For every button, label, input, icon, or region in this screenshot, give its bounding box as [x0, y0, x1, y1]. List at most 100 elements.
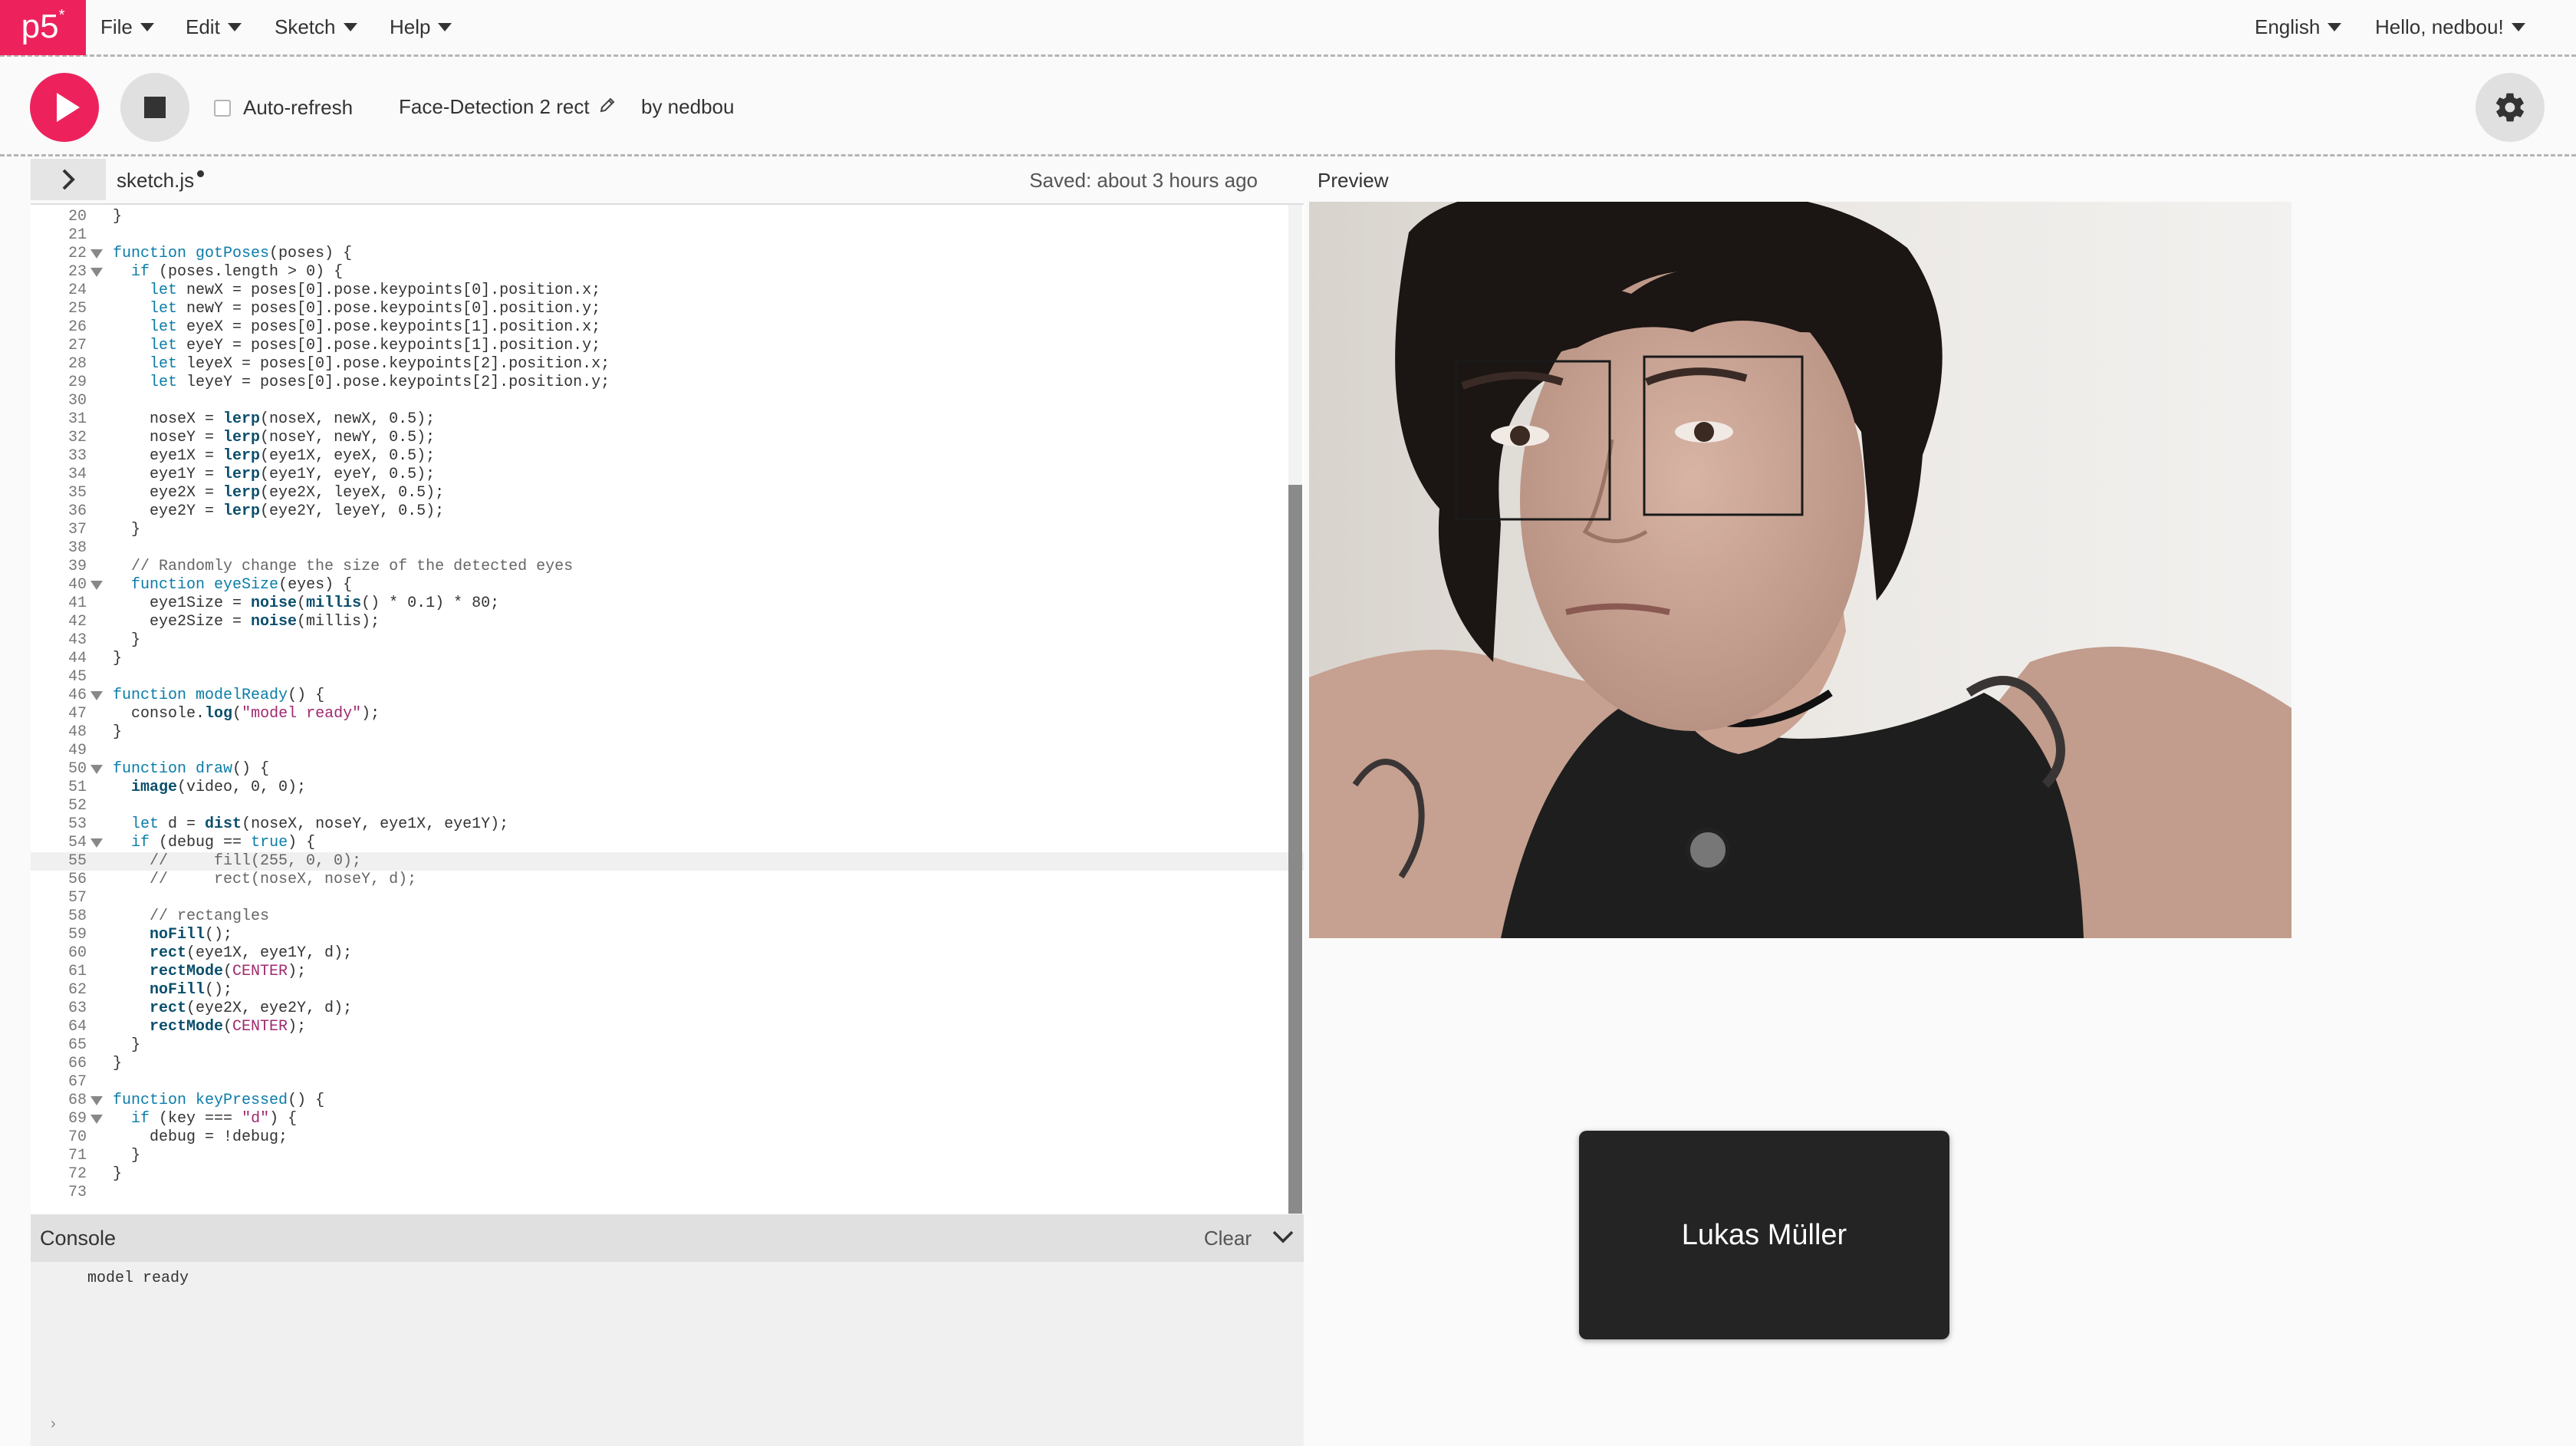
code-line[interactable]: 49: [31, 742, 1304, 760]
code-line[interactable]: 25 let newY = poses[0].pose.keypoints[0]…: [31, 300, 1304, 318]
code-line[interactable]: 71 }: [31, 1147, 1304, 1165]
line-code: eye1X = lerp(eye1X, eyeX, 0.5);: [113, 447, 436, 465]
code-line[interactable]: 56 // rect(noseX, noseY, d);: [31, 871, 1304, 889]
fold-arrow-icon[interactable]: [90, 691, 103, 700]
toggle-sidebar-button[interactable]: [31, 159, 106, 200]
code-line[interactable]: 37 }: [31, 521, 1304, 539]
caret-down-icon: [438, 22, 452, 31]
menu-sketch[interactable]: Sketch: [275, 0, 357, 54]
code-line[interactable]: 40 function eyeSize(eyes) {: [31, 576, 1304, 595]
code-line[interactable]: 27 let eyeY = poses[0].pose.keypoints[1]…: [31, 337, 1304, 355]
line-number: 65: [67, 1036, 87, 1054]
code-line[interactable]: 45: [31, 668, 1304, 687]
fold-arrow-icon[interactable]: [90, 581, 103, 590]
code-line[interactable]: 24 let newX = poses[0].pose.keypoints[0]…: [31, 282, 1304, 300]
preview-canvas[interactable]: [1309, 202, 2291, 938]
language-dropdown[interactable]: English: [2255, 0, 2342, 54]
code-line[interactable]: 68 function keyPressed() {: [31, 1092, 1304, 1110]
line-code: image(video, 0, 0);: [131, 779, 307, 796]
code-line[interactable]: 22 function gotPoses(poses) {: [31, 245, 1304, 263]
code-line[interactable]: 33 eye1X = lerp(eye1X, eyeX, 0.5);: [31, 447, 1304, 466]
video-call-tile[interactable]: Lukas Müller: [1579, 1131, 1949, 1339]
code-line[interactable]: 29 let leyeY = poses[0].pose.keypoints[2…: [31, 374, 1304, 392]
code-line[interactable]: 57: [31, 889, 1304, 907]
console-collapse-button[interactable]: [1272, 1227, 1295, 1250]
file-tab-sketch-js[interactable]: sketch.js: [117, 159, 205, 202]
auto-refresh-toggle[interactable]: Auto-refresh: [214, 96, 353, 120]
chevron-down-icon: [1272, 1230, 1294, 1243]
code-line[interactable]: 31 noseX = lerp(noseX, newX, 0.5);: [31, 410, 1304, 429]
code-line[interactable]: 47 console.log("model ready");: [31, 705, 1304, 723]
fold-arrow-icon[interactable]: [90, 1115, 103, 1124]
pencil-icon[interactable]: [599, 95, 616, 119]
code-line[interactable]: 65 }: [31, 1036, 1304, 1055]
console-clear-button[interactable]: Clear: [1204, 1214, 1252, 1262]
fold-arrow-icon[interactable]: [90, 838, 103, 848]
code-line[interactable]: 58 // rectangles: [31, 907, 1304, 926]
code-line[interactable]: 64 rectMode(CENTER);: [31, 1018, 1304, 1036]
code-line[interactable]: 44}: [31, 650, 1304, 668]
code-line[interactable]: 48}: [31, 723, 1304, 742]
menu-file[interactable]: File: [100, 0, 154, 54]
code-line[interactable]: 28 let leyeX = poses[0].pose.keypoints[2…: [31, 355, 1304, 374]
code-line[interactable]: 46 function modelReady() {: [31, 687, 1304, 705]
editor-scrollbar-thumb[interactable]: [1288, 485, 1302, 1214]
code-line[interactable]: 53 let d = dist(noseX, noseY, eye1X, eye…: [31, 815, 1304, 834]
code-line[interactable]: 34 eye1Y = lerp(eye1Y, eyeY, 0.5);: [31, 466, 1304, 484]
fold-arrow-icon[interactable]: [90, 765, 103, 774]
code-line[interactable]: 72}: [31, 1165, 1304, 1184]
line-code: if (debug == true) {: [131, 834, 316, 851]
fold-arrow-icon[interactable]: [90, 268, 103, 277]
code-line[interactable]: 43 }: [31, 631, 1304, 650]
code-line[interactable]: 35 eye2X = lerp(eye2X, leyeX, 0.5);: [31, 484, 1304, 502]
code-line[interactable]: 67: [31, 1073, 1304, 1092]
p5-logo[interactable]: p5*: [0, 0, 86, 55]
code-line[interactable]: 62 noFill();: [31, 981, 1304, 1000]
code-line[interactable]: 63 rect(eye2X, eye2Y, d);: [31, 1000, 1304, 1018]
code-line[interactable]: 73: [31, 1184, 1304, 1202]
settings-button[interactable]: [2476, 73, 2545, 142]
code-line[interactable]: 50 function draw() {: [31, 760, 1304, 779]
code-line[interactable]: 36 eye2Y = lerp(eye2Y, leyeY, 0.5);: [31, 502, 1304, 521]
code-line[interactable]: 66}: [31, 1055, 1304, 1073]
line-code: let eyeY = poses[0].pose.keypoints[1].po…: [150, 337, 601, 354]
play-button[interactable]: [30, 73, 99, 142]
code-line[interactable]: 60 rect(eye1X, eye1Y, d);: [31, 944, 1304, 963]
code-line[interactable]: 52: [31, 797, 1304, 815]
fold-arrow-icon[interactable]: [90, 249, 103, 259]
code-line[interactable]: 39 // Randomly change the size of the de…: [31, 558, 1304, 576]
gear-icon: [2495, 93, 2524, 122]
line-code: if (poses.length > 0) {: [131, 263, 344, 281]
console-title: Console: [40, 1227, 117, 1250]
menu-edit[interactable]: Edit: [186, 0, 242, 54]
code-line[interactable]: 21: [31, 226, 1304, 245]
code-line[interactable]: 41 eye1Size = noise(millis() * 0.1) * 80…: [31, 595, 1304, 613]
line-code: eye2X = lerp(eye2X, leyeX, 0.5);: [113, 484, 445, 502]
user-menu[interactable]: Hello, nedbou!: [2375, 0, 2525, 54]
code-line[interactable]: 51 image(video, 0, 0);: [31, 779, 1304, 797]
code-line[interactable]: 23 if (poses.length > 0) {: [31, 263, 1304, 282]
sketch-name[interactable]: Face-Detection 2 rect: [399, 95, 616, 119]
stop-button[interactable]: [120, 73, 189, 142]
menu-help[interactable]: Help: [390, 0, 452, 54]
console-prompt[interactable]: ›: [51, 1415, 56, 1433]
code-line[interactable]: 54 if (debug == true) {: [31, 834, 1304, 852]
code-line[interactable]: 30: [31, 392, 1304, 410]
code-line[interactable]: 69 if (key === "d") {: [31, 1110, 1304, 1128]
code-line[interactable]: 70 debug = !debug;: [31, 1128, 1304, 1147]
code-line[interactable]: 59 noFill();: [31, 926, 1304, 944]
code-line[interactable]: 55 // fill(255, 0, 0);: [31, 852, 1304, 871]
code-editor[interactable]: 20} 21 22 function gotPoses(poses) {23 if (…: [31, 203, 1304, 1214]
line-number: 26: [67, 318, 87, 336]
fold-arrow-icon[interactable]: [90, 1096, 103, 1105]
code-line[interactable]: 61 rectMode(CENTER);: [31, 963, 1304, 981]
code-line[interactable]: 32 noseY = lerp(noseY, newY, 0.5);: [31, 429, 1304, 447]
code-line[interactable]: 42 eye2Size = noise(millis);: [31, 613, 1304, 631]
line-code: function draw() {: [113, 760, 270, 778]
line-number: 61: [67, 963, 87, 980]
code-line[interactable]: 26 let eyeX = poses[0].pose.keypoints[1]…: [31, 318, 1304, 337]
auto-refresh-checkbox[interactable]: [214, 99, 231, 117]
code-line[interactable]: 20}: [31, 208, 1304, 226]
webcam-video-frame: [1309, 202, 2291, 938]
code-line[interactable]: 38: [31, 539, 1304, 558]
